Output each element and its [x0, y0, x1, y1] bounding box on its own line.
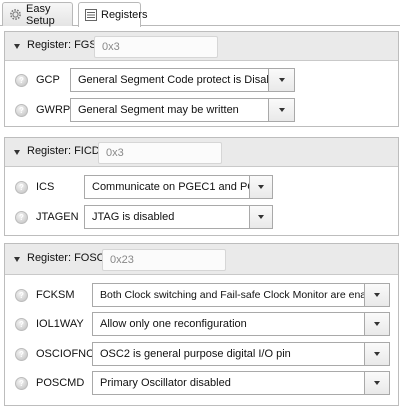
dropdown-button[interactable] — [365, 342, 390, 366]
tab-registers-label: Registers — [101, 9, 148, 21]
help-icon[interactable]: ? — [15, 181, 28, 194]
register-value-field: 0x3 — [98, 142, 222, 164]
gear-icon — [9, 8, 22, 21]
field-label: OSCIOFNC — [36, 348, 95, 360]
field-row-osciofnc: ? OSCIOFNC OSC2 is general purpose digit… — [5, 342, 398, 366]
register-ficd-header[interactable]: Register: FICD 0x3 — [5, 138, 398, 167]
dropdown-button[interactable] — [365, 312, 390, 336]
help-icon[interactable]: ? — [15, 211, 28, 224]
dropdown-button[interactable] — [250, 175, 273, 199]
field-label: IOL1WAY — [36, 318, 84, 330]
configuration-bits-window: Easy Setup Registers Register: FGS 0x3 ?… — [0, 0, 400, 407]
field-label: FCKSM — [36, 289, 75, 301]
field-row-ics: ? ICS Communicate on PGEC1 and PGED1 — [5, 175, 398, 199]
help-icon[interactable]: ? — [15, 348, 28, 361]
register-value-field: 0x23 — [102, 249, 226, 271]
chevron-down-icon — [258, 215, 264, 219]
field-row-poscmd: ? POSCMD Primary Oscillator disabled — [5, 371, 398, 395]
field-select-jtagen[interactable]: JTAG is disabled — [84, 205, 250, 229]
dropdown-button[interactable] — [250, 205, 273, 229]
chevron-down-icon — [258, 185, 264, 189]
field-select-iol1way[interactable]: Allow only one reconfiguration — [92, 312, 365, 336]
register-title: Register: FOSC — [27, 252, 105, 264]
dropdown-button[interactable] — [365, 371, 390, 395]
tab-easy-setup-label: Easy Setup — [26, 2, 55, 27]
tab-bar: Easy Setup Registers — [0, 0, 400, 27]
field-select-gwrp[interactable]: General Segment may be written — [70, 98, 269, 122]
dropdown-button[interactable] — [269, 98, 295, 122]
tab-easy-setup[interactable]: Easy Setup — [2, 2, 73, 27]
field-select-osciofnc[interactable]: OSC2 is general purpose digital I/O pin — [92, 342, 365, 366]
field-row-iol1way: ? IOL1WAY Allow only one reconfiguration — [5, 312, 398, 336]
help-icon[interactable]: ? — [15, 318, 28, 331]
list-icon — [85, 9, 97, 22]
collapse-arrow-icon[interactable] — [14, 257, 20, 262]
help-icon[interactable]: ? — [15, 74, 28, 87]
field-select-ics[interactable]: Communicate on PGEC1 and PGED1 — [84, 175, 250, 199]
collapse-arrow-icon[interactable] — [14, 150, 20, 155]
collapse-arrow-icon[interactable] — [14, 44, 20, 49]
field-select-fcksm[interactable]: Both Clock switching and Fail-safe Clock… — [92, 283, 365, 307]
field-row-gcp: ? GCP General Segment Code protect is Di… — [5, 68, 398, 92]
chevron-down-icon — [374, 322, 380, 326]
field-label: JTAGEN — [36, 211, 79, 223]
help-icon[interactable]: ? — [15, 104, 28, 117]
register-fosc-header[interactable]: Register: FOSC 0x23 — [5, 244, 398, 275]
field-row-fcksm: ? FCKSM Both Clock switching and Fail-sa… — [5, 283, 398, 307]
field-label: POSCMD — [36, 377, 85, 389]
dropdown-button[interactable] — [365, 283, 390, 307]
tab-registers[interactable]: Registers — [78, 2, 147, 27]
chevron-down-icon — [374, 293, 380, 297]
field-label: ICS — [36, 181, 55, 193]
register-ficd-group: Register: FICD 0x3 ? ICS Communicate on … — [4, 137, 399, 236]
field-select-gcp[interactable]: General Segment Code protect is Disabled — [70, 68, 269, 92]
register-fgs-header[interactable]: Register: FGS 0x3 — [5, 32, 398, 61]
dropdown-button[interactable] — [269, 68, 295, 92]
chevron-down-icon — [278, 108, 285, 112]
chevron-down-icon — [374, 381, 380, 385]
register-value-field: 0x3 — [94, 36, 218, 58]
register-title: Register: FGS — [27, 39, 97, 51]
field-row-jtagen: ? JTAGEN JTAG is disabled — [5, 205, 398, 229]
register-fosc-group: Register: FOSC 0x23 ? FCKSM Both Clock s… — [4, 243, 399, 406]
register-fgs-group: Register: FGS 0x3 ? GCP General Segment … — [4, 31, 399, 127]
field-label: GCP — [36, 74, 60, 86]
chevron-down-icon — [374, 352, 380, 356]
chevron-down-icon — [278, 78, 285, 82]
field-label: GWRP — [36, 104, 71, 116]
help-icon[interactable]: ? — [15, 289, 28, 302]
field-row-gwrp: ? GWRP General Segment may be written — [5, 98, 398, 122]
field-select-poscmd[interactable]: Primary Oscillator disabled — [92, 371, 365, 395]
help-icon[interactable]: ? — [15, 377, 28, 390]
register-title: Register: FICD — [27, 145, 100, 157]
